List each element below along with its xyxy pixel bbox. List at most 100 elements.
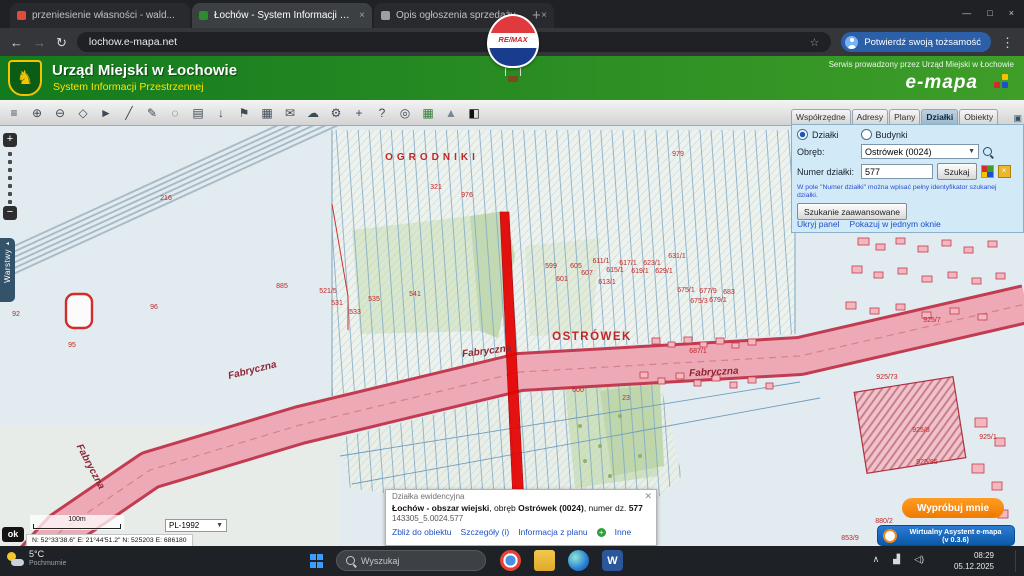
edge-icon[interactable] — [568, 550, 589, 571]
locate-icon[interactable]: ◎ — [396, 104, 414, 122]
panel-tab-dziaki[interactable]: Działki — [921, 109, 958, 124]
browser-tab[interactable]: Łochów - System Informacji Pr...× — [192, 3, 372, 28]
radio-budynki-label: Budynki — [876, 130, 908, 140]
emapa-logo: e-mapa — [905, 72, 978, 94]
taskbar-clock[interactable]: 08:29 05.12.2025 — [954, 550, 994, 572]
try-me-button[interactable]: Wypróbuj mnie — [902, 498, 1004, 518]
word-icon[interactable]: W — [602, 550, 623, 571]
radio-dzialki[interactable] — [797, 129, 808, 140]
help-icon[interactable]: ? — [373, 104, 391, 122]
tab-title: przeniesienie własności - wald... — [32, 10, 183, 21]
zoom-out-icon[interactable]: ⊖ — [51, 104, 69, 122]
map-label: 675/3 — [690, 298, 708, 305]
taskbar-search[interactable]: Wyszukaj — [336, 550, 486, 571]
obreb-select[interactable]: Ostrówek (0024) ▼ — [861, 144, 979, 159]
map-label: 599 — [545, 263, 557, 270]
browser-tab[interactable]: przeniesienie własności - wald... — [10, 3, 190, 28]
print-icon[interactable]: ▤ — [189, 104, 207, 122]
message-icon[interactable]: ✉ — [281, 104, 299, 122]
search-obreb-icon[interactable] — [983, 147, 992, 156]
panel-tab-wsprzdne[interactable]: Współrzędne — [791, 109, 851, 124]
radio-budynki[interactable] — [861, 129, 872, 140]
hide-panel-link[interactable]: Ukryj panel — [797, 219, 840, 229]
map-label: 925/73 — [876, 374, 898, 381]
network-icon[interactable]: ▟ — [893, 554, 900, 565]
map-label: 619/1 — [631, 268, 649, 275]
pointer-icon[interactable]: ► — [97, 104, 115, 122]
map-label: 521/5 — [319, 288, 337, 295]
single-window-link[interactable]: Pokazuj w jednym oknie — [850, 219, 941, 229]
identity-button[interactable]: Potwierdź swoją tożsamość — [841, 32, 991, 52]
map-zoom-out-button[interactable]: − — [3, 206, 17, 220]
crs-select[interactable]: PL-1992 ▼ — [165, 519, 227, 532]
cloud-icon[interactable]: ☁ — [304, 104, 322, 122]
szukaj-button[interactable]: Szukaj — [937, 163, 977, 180]
balloon-brand-text: RE/MAX — [489, 35, 537, 44]
search-panel-body: Działki Budynki Obręb: Ostrówek (0024) ▼… — [791, 124, 1024, 233]
virtual-assistant-button[interactable]: Wirtualny Asystent e-mapa(v 0.3.6) — [877, 525, 1015, 546]
minimize-icon[interactable]: — — [962, 8, 971, 18]
tab-close-icon[interactable]: × — [359, 10, 365, 21]
grid-icon[interactable]: ▦ — [258, 104, 276, 122]
taskbar-weather[interactable]: 5°C Pochmurnie — [6, 549, 66, 568]
popup-link[interactable]: Informacja z planu — [518, 527, 587, 537]
panel-undock-icon[interactable]: ▣ — [1013, 113, 1024, 124]
add-tool-icon[interactable]: + — [350, 104, 368, 122]
tab-favicon — [381, 11, 390, 20]
url-text: lochow.e-mapa.net — [89, 36, 177, 48]
advanced-search-button[interactable]: Szukanie zaawansowane — [797, 203, 907, 220]
panel-tab-obiekty[interactable]: Obiekty — [959, 109, 998, 124]
legend-colored-icon[interactable]: ▦ — [419, 104, 437, 122]
folder-icon[interactable] — [534, 550, 555, 571]
close-icon[interactable]: × — [1009, 8, 1014, 18]
panel-tab-adresy[interactable]: Adresy — [852, 109, 888, 124]
popup-link[interactable]: Szczegóły (i) — [461, 527, 510, 537]
map-label: 600 — [572, 387, 584, 394]
select-shape-icon[interactable]: ◇ — [74, 104, 92, 122]
map-label: 92 — [12, 311, 20, 318]
draw-icon[interactable]: ✎ — [143, 104, 161, 122]
measure-icon[interactable]: ╱ — [120, 104, 138, 122]
clock-date: 05.12.2025 — [954, 561, 994, 572]
map-zoom-in-button[interactable]: + — [3, 133, 17, 147]
clock-time: 08:29 — [954, 550, 994, 561]
lasso-icon[interactable]: ◌ — [166, 104, 184, 122]
maximize-icon[interactable]: □ — [987, 8, 992, 18]
clear-search-icon[interactable]: × — [998, 165, 1011, 178]
portal-title: Urząd Miejski w Łochowie — [52, 62, 237, 79]
bookmark-star-icon[interactable]: ☆ — [809, 36, 819, 49]
layers-search-icon[interactable] — [981, 165, 994, 178]
plan-plus-icon[interactable]: + — [597, 528, 606, 537]
popup-link[interactable]: Zbliż do obiektu — [392, 527, 452, 537]
marker-icon[interactable]: ⚑ — [235, 104, 253, 122]
download-icon[interactable]: ↓ — [212, 104, 230, 122]
logo-pixel — [1002, 74, 1008, 80]
logo-pixel — [1002, 82, 1008, 88]
north-arrow-icon[interactable]: ▲ — [442, 104, 460, 122]
volume-icon[interactable]: ◁) — [914, 554, 924, 565]
popup-close-icon[interactable]: ✕ — [644, 491, 652, 502]
popup-link[interactable]: Inne — [615, 527, 632, 537]
refresh-icon[interactable]: ↻ — [56, 36, 67, 49]
numer-dzialki-input[interactable] — [861, 164, 933, 179]
map-label: 605 — [570, 263, 582, 270]
browser-menu-icon[interactable]: ⋮ — [1001, 36, 1014, 49]
gear-icon[interactable]: ⚙ — [327, 104, 345, 122]
url-field[interactable]: lochow.e-mapa.net ☆ — [77, 32, 831, 52]
zoom-in-icon[interactable]: ⊕ — [28, 104, 46, 122]
map-label: 631/1 — [668, 253, 686, 260]
back-icon[interactable]: ← — [10, 36, 23, 49]
show-desktop-button[interactable] — [1015, 550, 1016, 572]
layers-icon[interactable]: ≡ — [5, 104, 23, 122]
forward-icon[interactable]: → — [33, 36, 46, 49]
layers-panel-tab[interactable]: ◂ Warstwy — [0, 238, 15, 302]
tab-close-icon[interactable]: × — [541, 10, 547, 21]
chevron-up-icon[interactable]: ∧ — [873, 554, 880, 565]
map-label: 623/1 — [643, 260, 661, 267]
swatch-icon[interactable]: ◧ — [465, 104, 483, 122]
ok-button[interactable]: ok — [2, 527, 24, 542]
zoom-slider[interactable] — [8, 152, 12, 204]
panel-tab-plany[interactable]: Plany — [889, 109, 920, 124]
chrome-icon[interactable] — [500, 550, 521, 571]
start-button[interactable] — [310, 554, 324, 568]
